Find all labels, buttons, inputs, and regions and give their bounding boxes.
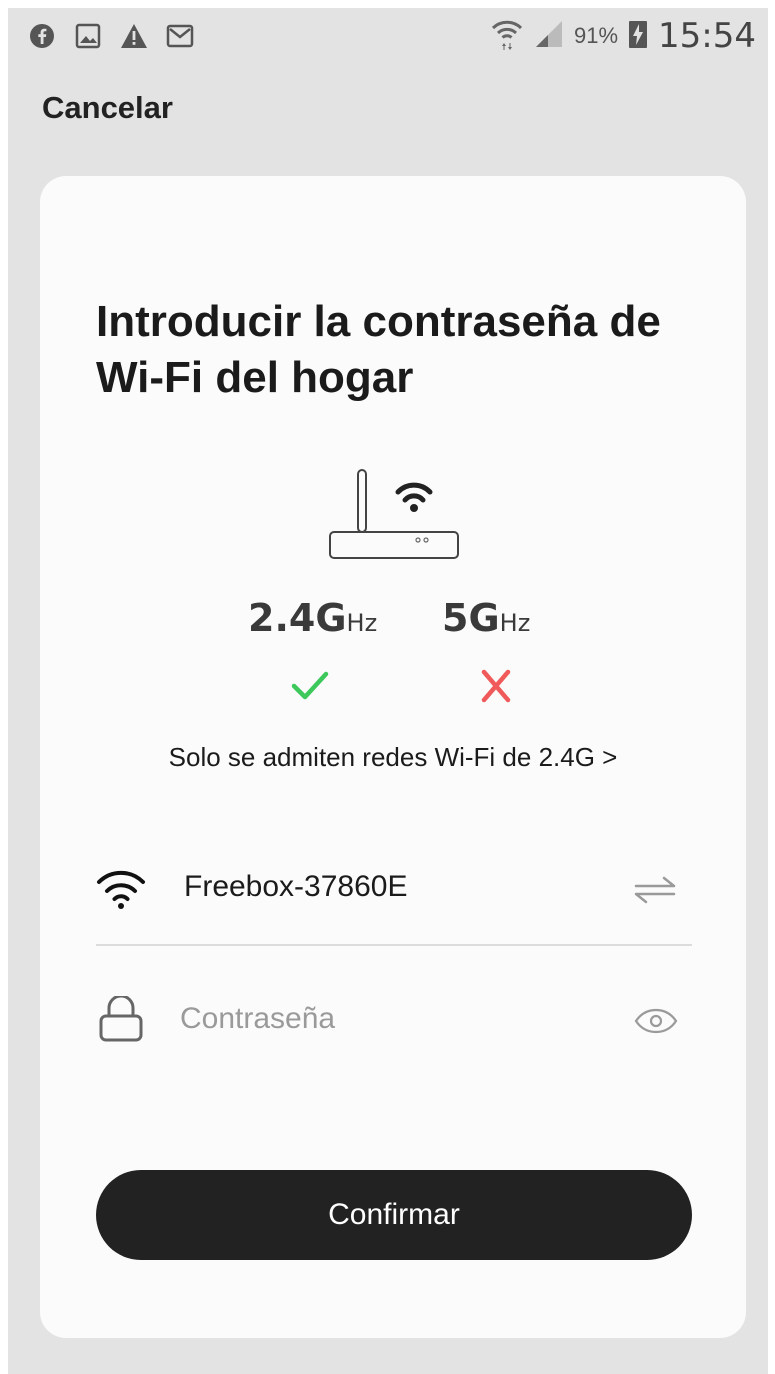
warning-icon xyxy=(120,22,148,50)
band-5ghz-label: 5G xyxy=(442,596,500,640)
band-support: 2.4GHz 5GHz xyxy=(40,596,746,646)
password-input[interactable] xyxy=(180,994,600,1044)
confirm-button[interactable]: Confirmar xyxy=(96,1170,692,1260)
lock-icon xyxy=(99,996,143,1042)
network-row: Freebox-37860E xyxy=(96,854,692,924)
switch-network-icon[interactable] xyxy=(634,876,676,904)
band-2-4ghz-label: 2.4G xyxy=(248,596,347,640)
cancel-button[interactable]: Cancelar xyxy=(42,90,173,126)
facebook-icon xyxy=(28,22,56,50)
page-title: Introducir la contraseña de Wi-Fi del ho… xyxy=(96,297,661,402)
battery-percent: 91% xyxy=(573,23,619,48)
wifi-status-icon xyxy=(490,17,524,56)
signal-icon xyxy=(534,19,564,54)
gmail-icon xyxy=(166,22,194,50)
checkmark-icon xyxy=(291,671,329,700)
notification-icons xyxy=(28,22,194,50)
status-bar: 91% 15:54 xyxy=(8,8,768,70)
supported-networks-link[interactable]: Solo se admiten redes Wi-Fi de 2.4G > xyxy=(40,742,746,773)
network-name: Freebox-37860E xyxy=(184,870,408,903)
band-2-4ghz-unit: Hz xyxy=(346,609,378,637)
router-icon xyxy=(329,469,459,559)
screen: 91% 15:54 Cancelar Introducir la contras… xyxy=(8,8,768,1374)
wifi-icon xyxy=(97,870,145,909)
show-password-icon[interactable] xyxy=(634,1008,678,1034)
system-status: 91% 15:54 xyxy=(490,16,756,56)
wifi-password-card: Introducir la contraseña de Wi-Fi del ho… xyxy=(40,176,746,1338)
cross-icon xyxy=(481,669,511,703)
gallery-icon xyxy=(74,22,102,50)
band-5ghz: 5GHz xyxy=(442,596,530,640)
band-2-4ghz: 2.4GHz xyxy=(248,596,377,640)
battery-charging-icon xyxy=(628,19,648,54)
divider xyxy=(96,944,692,946)
band-5ghz-unit: Hz xyxy=(499,609,531,637)
clock: 15:54 xyxy=(658,16,756,56)
password-row xyxy=(96,984,692,1054)
